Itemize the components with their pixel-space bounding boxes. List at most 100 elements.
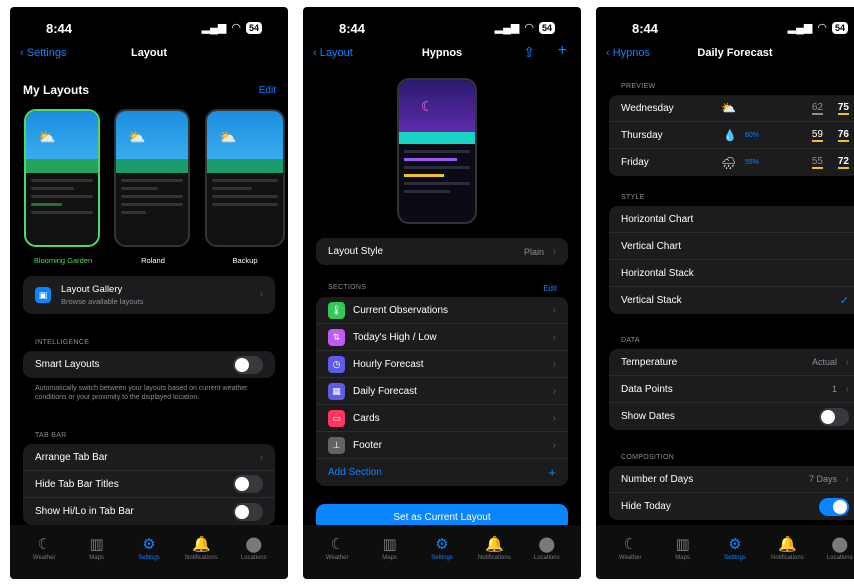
cards-icon: ▭ bbox=[328, 409, 345, 427]
nav-bar: ‹ Hypnos Daily Forecast bbox=[596, 47, 854, 69]
style-option-vertical-stack[interactable]: Vertical Stack ✓ bbox=[609, 287, 854, 314]
composition-group: Number of Days 7 Days › Hide Today bbox=[609, 466, 854, 520]
arrows-updown-icon: ⇅ bbox=[328, 328, 345, 346]
tab-maps[interactable]: ▥ Maps bbox=[75, 535, 119, 579]
hide-tab-bar-titles-toggle[interactable] bbox=[233, 475, 263, 493]
chevron-right-icon: › bbox=[552, 439, 556, 451]
map-icon: ▥ bbox=[89, 536, 104, 553]
section-todays-high-low[interactable]: ⇅ Today's High / Low › bbox=[316, 324, 568, 351]
wifi-icon: ◠ bbox=[231, 22, 241, 34]
moon-icon: ☾ bbox=[623, 536, 637, 553]
number-of-days-row[interactable]: Number of Days 7 Days › bbox=[609, 466, 854, 493]
phone-layout-screen: 8:44 ▂▄▆ ◠ 54 ‹ Settings Layout My Layouts… bbox=[10, 7, 288, 579]
chevron-right-icon: › bbox=[845, 473, 849, 485]
pin-icon: ⬤ bbox=[245, 536, 263, 553]
section-hourly-forecast[interactable]: ◷ Hourly Forecast › bbox=[316, 351, 568, 378]
layout-thumb-blooming-garden[interactable]: ⛅ bbox=[24, 109, 100, 247]
tab-bar: ☾ Weather ▥ Maps ⚙ Settings 🔔 Notifications … bbox=[303, 525, 581, 579]
sun-cloud-icon: ⛅ bbox=[128, 129, 146, 145]
show-hilo-toggle[interactable] bbox=[233, 502, 263, 521]
preview-row: Friday 🌧 55% 55 72 bbox=[621, 155, 849, 170]
nav-bar: ‹ Layout Hypnos ⇪ + bbox=[303, 42, 581, 69]
layout-caption-blooming-garden: Blooming Garden bbox=[33, 256, 93, 265]
layout-thumb-backup[interactable]: ⛅ bbox=[205, 109, 285, 247]
wifi-icon: ◠ bbox=[817, 22, 827, 34]
composition-header: COMPOSITION bbox=[621, 454, 675, 461]
bell-icon: 🔔 bbox=[192, 536, 211, 553]
footer-icon: ⊥ bbox=[328, 436, 345, 454]
tab-maps[interactable]: ▥ Maps bbox=[661, 535, 705, 579]
tab-notifications[interactable]: 🔔 Notifications bbox=[179, 535, 223, 579]
chevron-right-icon: › bbox=[845, 356, 849, 368]
style-option-horizontal-chart[interactable]: Horizontal Chart bbox=[609, 206, 854, 233]
signal-icon: ▂▄▆ bbox=[494, 22, 520, 34]
tab-locations[interactable]: ⬤ Locations bbox=[232, 535, 276, 579]
signal-icon: ▂▄▆ bbox=[787, 22, 813, 34]
tab-weather[interactable]: ☾ Weather bbox=[608, 535, 652, 579]
tab-settings[interactable]: ⚙ Settings bbox=[420, 535, 464, 579]
smart-layouts-group: Smart Layouts bbox=[23, 351, 275, 378]
section-current-observations[interactable]: 🌡 Current Observations › bbox=[316, 297, 568, 324]
chevron-right-icon: › bbox=[552, 304, 556, 316]
tab-locations[interactable]: ⬤ Locations bbox=[525, 535, 569, 579]
pin-icon: ⬤ bbox=[538, 536, 556, 553]
style-group: Horizontal Chart Vertical Chart Horizont… bbox=[609, 206, 854, 314]
tab-bar: ☾ Weather ▥ Maps ⚙ Settings 🔔 Notifications … bbox=[596, 525, 854, 579]
data-points-row[interactable]: Data Points 1 › bbox=[609, 376, 854, 403]
style-option-vertical-chart[interactable]: Vertical Chart bbox=[609, 233, 854, 260]
preview-header: PREVIEW bbox=[621, 83, 656, 90]
tab-settings[interactable]: ⚙ Settings bbox=[713, 535, 757, 579]
pin-icon: ⬤ bbox=[831, 536, 849, 553]
share-icon[interactable]: ⇪ bbox=[523, 44, 535, 61]
preview-row: Thursday 💧 80% 59 76 bbox=[609, 122, 854, 149]
map-icon: ▥ bbox=[675, 536, 690, 553]
gear-icon: ⚙ bbox=[728, 536, 742, 553]
rain-cloud-icon: 🌧 bbox=[721, 155, 737, 170]
edit-layouts-button[interactable]: Edit bbox=[259, 85, 276, 96]
layout-style-row[interactable]: Layout Style Plain › bbox=[316, 238, 568, 265]
tab-maps[interactable]: ▥ Maps bbox=[368, 535, 412, 579]
arrange-tab-bar-row[interactable]: Arrange Tab Bar › bbox=[23, 444, 275, 471]
layout-thumb-roland[interactable]: ⛅ bbox=[114, 109, 190, 247]
tab-notifications[interactable]: 🔔 Notifications bbox=[765, 535, 809, 579]
edit-sections-button[interactable]: Edit bbox=[543, 284, 557, 293]
temperature-row[interactable]: Temperature Actual › bbox=[609, 349, 854, 376]
tab-weather[interactable]: ☾ Weather bbox=[315, 535, 359, 579]
tab-bar: ☾ Weather ▥ Maps ⚙ Settings 🔔 Notifications … bbox=[10, 525, 288, 579]
wifi-icon: ◠ bbox=[524, 22, 534, 34]
style-option-horizontal-stack[interactable]: Horizontal Stack bbox=[609, 260, 854, 287]
thermometer-icon: 🌡 bbox=[328, 301, 345, 319]
sun-cloud-icon: ⛅ bbox=[721, 101, 736, 115]
section-daily-forecast[interactable]: ▦ Daily Forecast › bbox=[316, 378, 568, 405]
smart-layouts-description: Automatically switch between your layout… bbox=[35, 385, 248, 401]
page-title: Daily Forecast bbox=[697, 47, 773, 59]
moon-icon: ☾ bbox=[37, 536, 51, 553]
tab-settings[interactable]: ⚙ Settings bbox=[127, 535, 171, 579]
hide-today-toggle[interactable] bbox=[819, 497, 849, 516]
hide-today-row: Hide Today bbox=[609, 493, 854, 520]
status-time: 8:44 bbox=[46, 21, 73, 36]
status-bar: 8:44 ▂▄▆ ◠ 54 bbox=[303, 21, 581, 39]
section-footer[interactable]: ⊥ Footer › bbox=[316, 432, 568, 459]
tab-bar-header: TAB BAR bbox=[35, 432, 67, 439]
show-dates-toggle[interactable] bbox=[819, 407, 849, 426]
preview-group: Wednesday ⛅ 62 75 Thursday 💧 80% 59 76 F… bbox=[609, 95, 854, 176]
smart-layouts-toggle[interactable] bbox=[233, 355, 263, 374]
tab-weather[interactable]: ☾ Weather bbox=[22, 535, 66, 579]
layout-style-group: Layout Style Plain › bbox=[316, 238, 568, 265]
layout-gallery-row[interactable]: ▣ Layout Gallery Browse available layout… bbox=[23, 276, 275, 314]
section-cards[interactable]: ▭ Cards › bbox=[316, 405, 568, 432]
chevron-right-icon: › bbox=[552, 358, 556, 370]
map-icon: ▥ bbox=[382, 536, 397, 553]
page-title: Layout bbox=[130, 47, 168, 59]
show-dates-row: Show Dates bbox=[609, 403, 854, 430]
chevron-right-icon: › bbox=[259, 289, 263, 300]
add-section-row[interactable]: Add Section + bbox=[316, 459, 568, 486]
tab-locations[interactable]: ⬤ Locations bbox=[818, 535, 854, 579]
gallery-subtitle: Browse available layouts bbox=[61, 297, 144, 306]
plus-icon[interactable]: + bbox=[558, 42, 567, 60]
show-hilo-row: Show Hi/Lo in Tab Bar bbox=[23, 498, 275, 525]
tab-notifications[interactable]: 🔔 Notifications bbox=[472, 535, 516, 579]
preview-row: Wednesday ⛅ 62 75 bbox=[609, 95, 854, 122]
sun-cloud-icon: ⛅ bbox=[219, 129, 237, 145]
